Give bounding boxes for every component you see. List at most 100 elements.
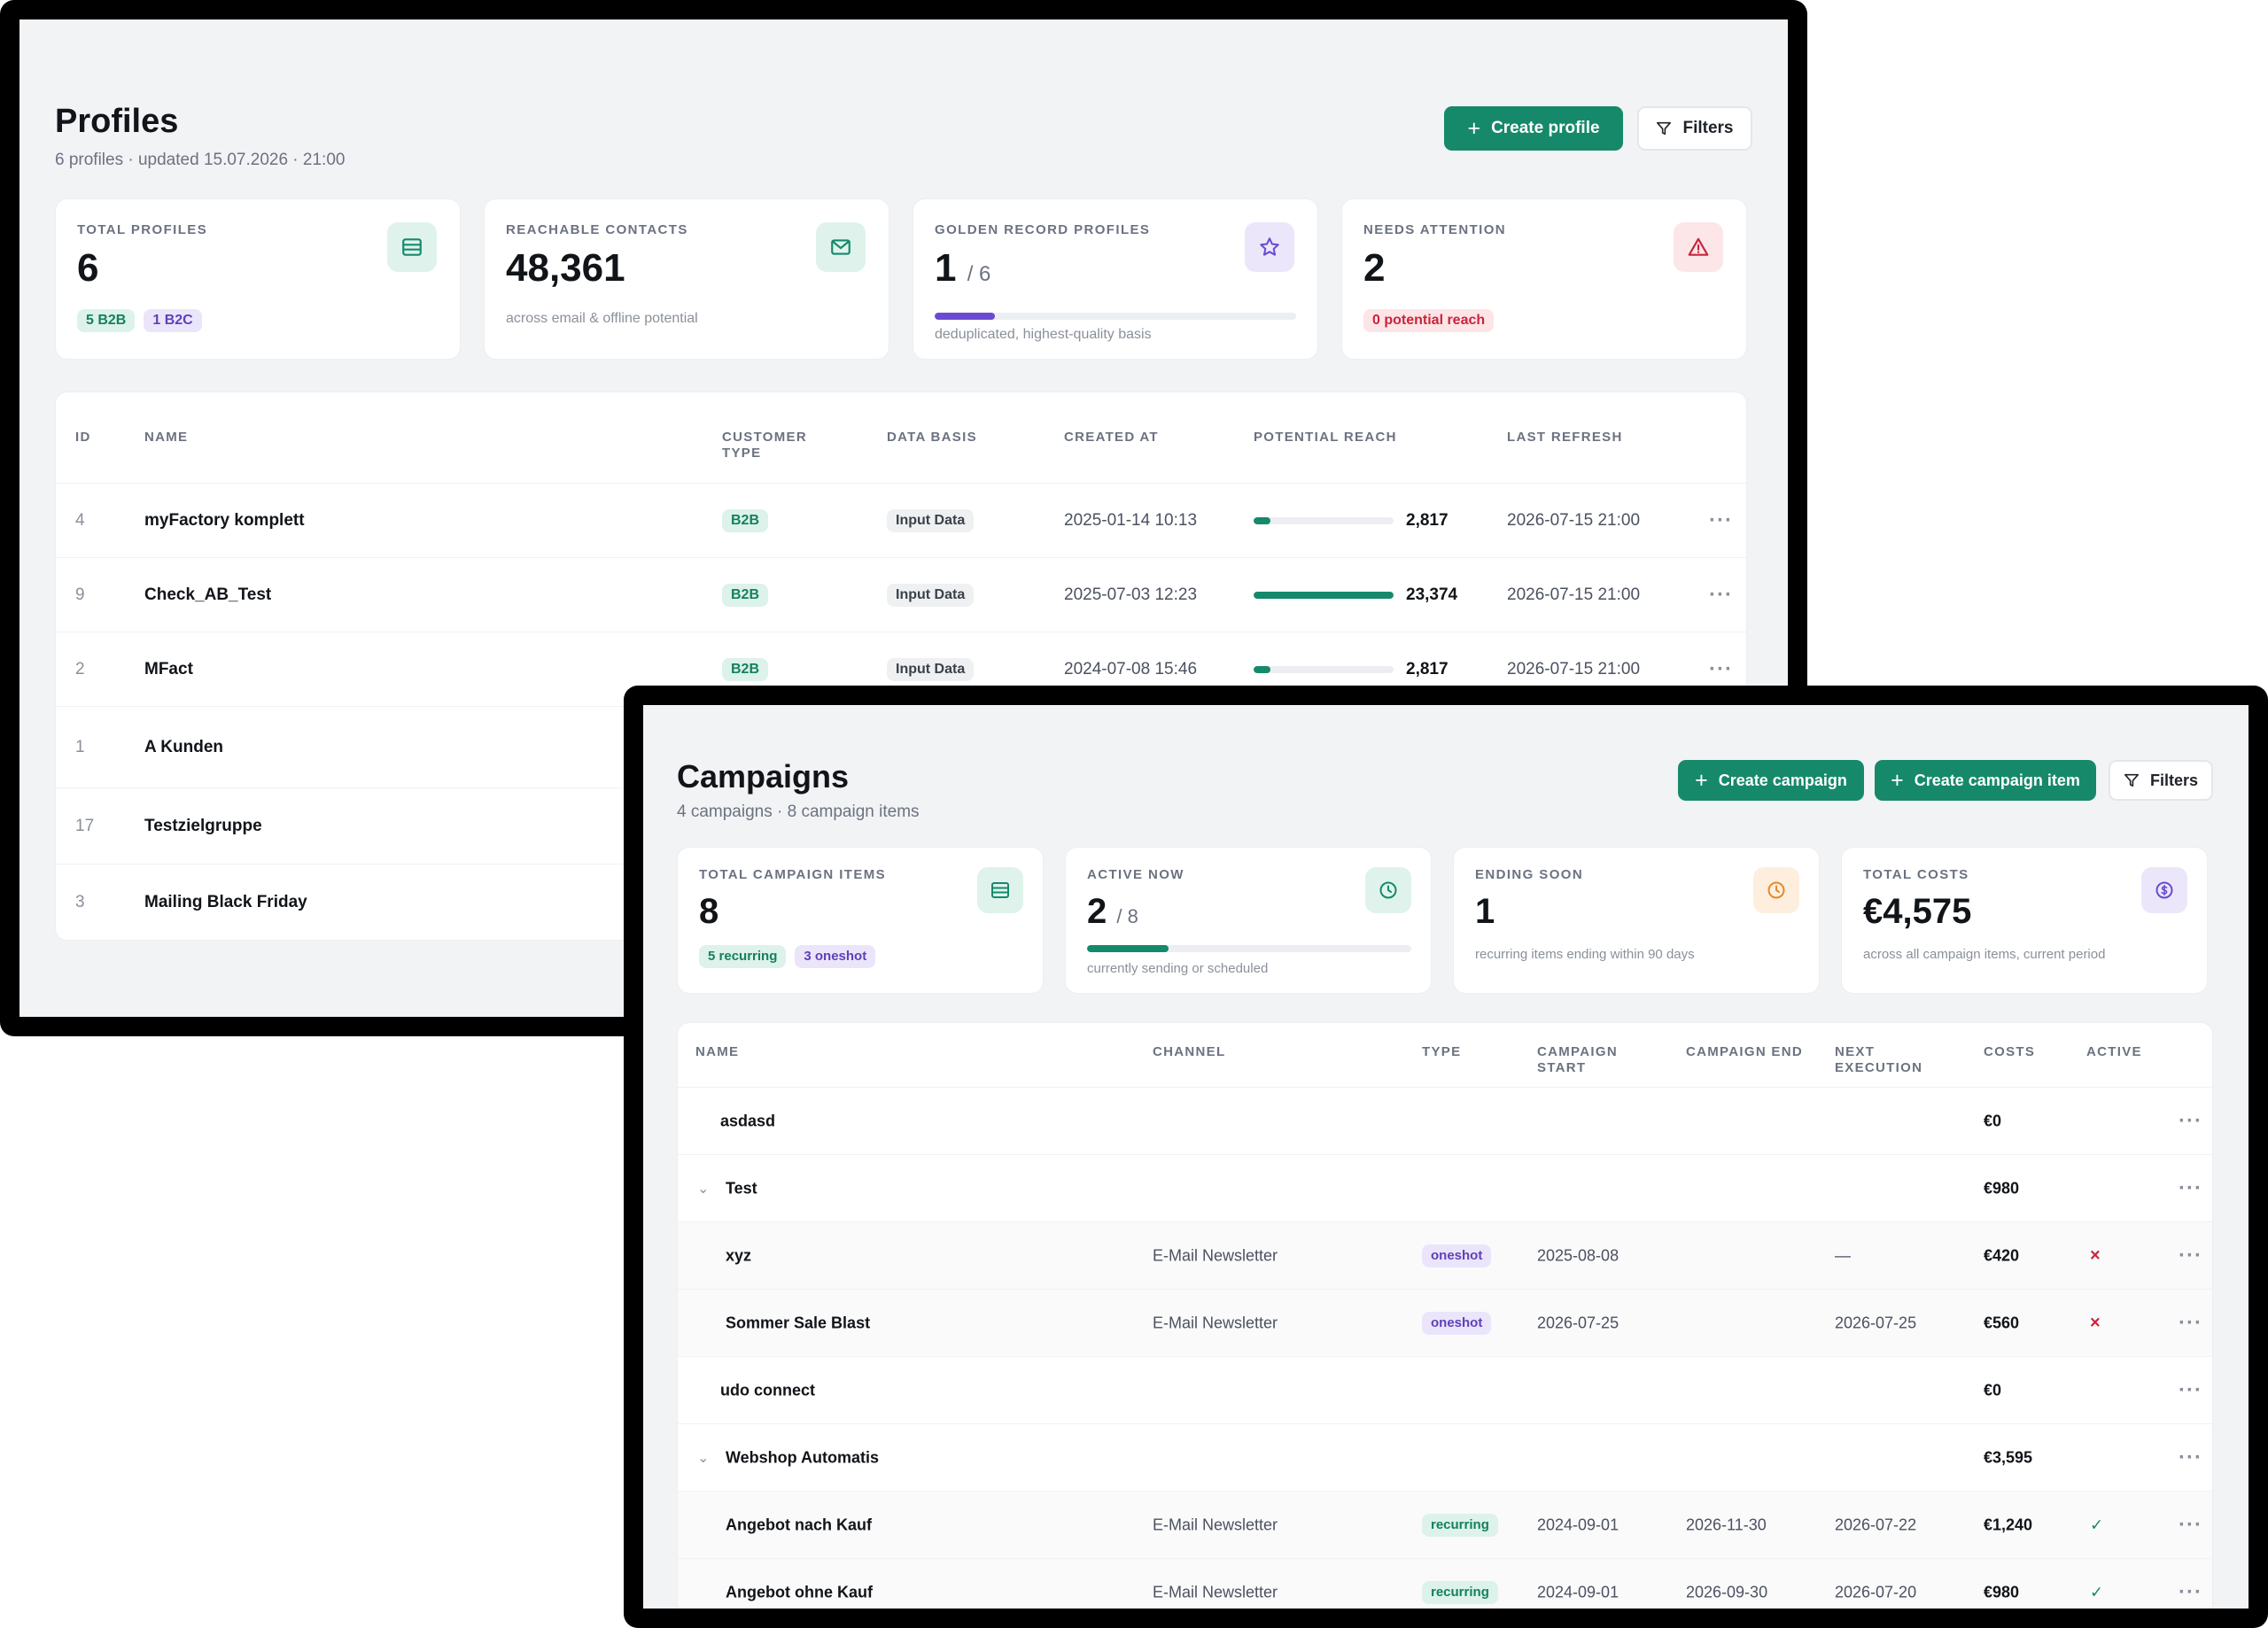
- campaign-item-row[interactable]: Angebot ohne Kauf E-Mail Newsletter recu…: [678, 1558, 2212, 1609]
- create-campaign-item-button[interactable]: + Create campaign item: [1875, 760, 2096, 801]
- warning-icon: [1674, 222, 1723, 272]
- stat-value: 48,361: [506, 246, 625, 290]
- column-header-created-at: CREATED AT: [1064, 430, 1159, 445]
- golden-progress-bar: [935, 313, 1296, 320]
- stat-card-ending-soon: ENDING SOON 1 recurring items ending wit…: [1453, 847, 1820, 994]
- campaign-row[interactable]: ⌄ Test €980 ···: [678, 1154, 2212, 1221]
- b2c-badge: 1 B2C: [144, 309, 202, 332]
- page-subtitle: 6 profiles · updated 15.07.2026 · 21:00: [55, 151, 346, 169]
- page-title: Campaigns: [677, 758, 850, 795]
- stat-value: 2 / 8: [1087, 892, 1138, 931]
- customer-type-badge: B2B: [722, 583, 769, 607]
- page-subtitle: 4 campaigns · 8 campaign items: [677, 802, 920, 821]
- stat-value: 1 / 6: [935, 246, 991, 290]
- table-row[interactable]: 4 myFactory komplett B2B Input Data 2025…: [56, 483, 1746, 557]
- mail-icon: [816, 222, 866, 272]
- campaign-item-row[interactable]: Sommer Sale Blast E-Mail Newsletter ones…: [678, 1289, 2212, 1356]
- row-menu-icon[interactable]: ···: [1709, 583, 1733, 608]
- stat-value: 8: [699, 892, 719, 931]
- star-icon: [1245, 222, 1294, 272]
- row-menu-icon[interactable]: ···: [2179, 1513, 2202, 1538]
- campaign-row[interactable]: ⌄ Webshop Automatis €3,595 ···: [678, 1423, 2212, 1491]
- recurring-badge: 5 recurring: [699, 945, 787, 968]
- create-profile-button[interactable]: + Create profile: [1444, 106, 1623, 151]
- row-menu-icon[interactable]: ···: [2179, 1176, 2202, 1201]
- stat-label: TOTAL CAMPAIGN ITEMS: [699, 867, 887, 882]
- b2b-badge: 5 B2B: [77, 309, 136, 332]
- stat-card-active-now: ACTIVE NOW 2 / 8 currently sending or sc…: [1065, 847, 1432, 994]
- row-menu-icon[interactable]: ···: [2179, 1109, 2202, 1134]
- stat-card-golden-record: GOLDEN RECORD PROFILES 1 / 6 deduplicate…: [913, 198, 1318, 360]
- stat-card-reachable-contacts: REACHABLE CONTACTS 48,361 across email &…: [484, 198, 889, 360]
- row-menu-icon[interactable]: ···: [2179, 1244, 2202, 1268]
- stat-note: recurring items ending within 90 days: [1475, 947, 1695, 962]
- database-icon: [387, 222, 437, 272]
- plus-icon: +: [1695, 767, 1708, 793]
- chevron-down-icon[interactable]: ⌄: [697, 1180, 709, 1198]
- stat-label: REACHABLE CONTACTS: [506, 222, 688, 237]
- stat-value: €4,575: [1863, 892, 1972, 931]
- stat-label: TOTAL COSTS: [1863, 867, 1969, 882]
- column-header-id: ID: [75, 430, 91, 445]
- row-menu-icon[interactable]: ···: [1709, 657, 1733, 682]
- page-title: Profiles: [55, 103, 179, 140]
- stat-value: 1: [1475, 892, 1495, 931]
- inactive-icon[interactable]: ×: [2090, 1313, 2101, 1333]
- campaign-item-row[interactable]: xyz E-Mail Newsletter oneshot 2025-08-08…: [678, 1221, 2212, 1289]
- row-menu-icon[interactable]: ···: [1709, 508, 1733, 533]
- stat-label: ACTIVE NOW: [1087, 867, 1184, 882]
- plus-icon: +: [1891, 767, 1904, 793]
- filters-button[interactable]: Filters: [2109, 760, 2213, 801]
- data-basis-badge: Input Data: [887, 657, 975, 681]
- filter-icon: [1657, 121, 1672, 136]
- clock-icon: [1365, 867, 1411, 913]
- type-badge: recurring: [1422, 1513, 1498, 1537]
- column-header-channel: CHANNEL: [1153, 1044, 1226, 1059]
- stat-card-total-profiles: TOTAL PROFILES 6 5 B2B 1 B2C: [55, 198, 461, 360]
- column-header-data-basis: DATA BASIS: [887, 430, 977, 445]
- column-header-type: TYPE: [1422, 1044, 1462, 1059]
- column-header-name: NAME: [144, 430, 189, 445]
- column-header-customer-type: CUSTOMER TYPE: [722, 430, 807, 461]
- campaign-row[interactable]: udo connect €0 ···: [678, 1356, 2212, 1423]
- column-header-campaign-end: CAMPAIGN END: [1686, 1044, 1803, 1059]
- campaigns-window: Campaigns 4 campaigns · 8 campaign items…: [624, 686, 2268, 1628]
- active-progress-bar: [1087, 945, 1411, 952]
- active-check-icon[interactable]: ✓: [2090, 1516, 2103, 1534]
- type-badge: oneshot: [1422, 1244, 1492, 1268]
- table-row[interactable]: 9 Check_AB_Test B2B Input Data 2025-07-0…: [56, 557, 1746, 632]
- row-menu-icon[interactable]: ···: [2179, 1378, 2202, 1403]
- oneshot-badge: 3 oneshot: [795, 945, 876, 968]
- inactive-icon[interactable]: ×: [2090, 1245, 2101, 1266]
- column-header-active: ACTIVE: [2086, 1044, 2142, 1059]
- column-header-next-execution: NEXT EXECUTION: [1835, 1044, 1923, 1075]
- row-menu-icon[interactable]: ···: [2179, 1580, 2202, 1605]
- filters-button[interactable]: Filters: [1637, 106, 1752, 151]
- campaign-item-row[interactable]: Angebot nach Kauf E-Mail Newsletter recu…: [678, 1491, 2212, 1558]
- column-header-last-refresh: LAST REFRESH: [1507, 430, 1623, 445]
- stat-value: 6: [77, 246, 99, 290]
- stat-note: across all campaign items, current perio…: [1863, 947, 2106, 962]
- stat-card-total-campaign-items: TOTAL CAMPAIGN ITEMS 8 5 recurring 3 one…: [677, 847, 1044, 994]
- chevron-down-icon[interactable]: ⌄: [697, 1449, 709, 1467]
- stat-note: across email & offline potential: [506, 311, 698, 326]
- campaign-row[interactable]: asdasd €0 ···: [678, 1087, 2212, 1154]
- row-menu-icon[interactable]: ···: [2179, 1311, 2202, 1336]
- stat-value: 2: [1363, 246, 1386, 290]
- stat-card-needs-attention: NEEDS ATTENTION 2 0 potential reach: [1341, 198, 1747, 360]
- stat-card-total-costs: TOTAL COSTS €4,575 across all campaign i…: [1841, 847, 2208, 994]
- create-campaign-button[interactable]: + Create campaign: [1678, 760, 1864, 801]
- data-basis-badge: Input Data: [887, 508, 975, 532]
- type-badge: oneshot: [1422, 1311, 1492, 1335]
- customer-type-badge: B2B: [722, 508, 769, 532]
- database-icon: [977, 867, 1023, 913]
- attention-badge: 0 potential reach: [1363, 309, 1495, 332]
- stat-label: NEEDS ATTENTION: [1363, 222, 1507, 237]
- active-check-icon[interactable]: ✓: [2090, 1583, 2103, 1601]
- column-header-name: NAME: [695, 1044, 740, 1059]
- row-menu-icon[interactable]: ···: [2179, 1446, 2202, 1470]
- stat-note: deduplicated, highest-quality basis: [935, 327, 1152, 342]
- column-header-potential-reach: POTENTIAL REACH: [1254, 430, 1397, 445]
- reach-bar: [1254, 517, 1394, 524]
- type-badge: recurring: [1422, 1580, 1498, 1604]
